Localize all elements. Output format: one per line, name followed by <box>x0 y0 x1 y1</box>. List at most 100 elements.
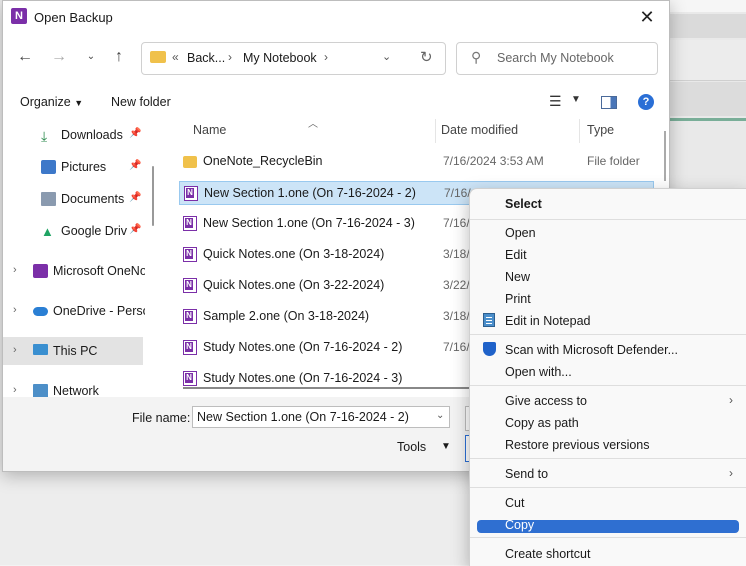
tools-button[interactable]: Tools <box>397 440 426 454</box>
breadcrumb-item[interactable]: Back... <box>187 51 225 65</box>
new-folder-button[interactable]: New folder <box>111 95 171 109</box>
file-row[interactable]: OneNote_RecycleBin 7/16/2024 3:53 AM Fil… <box>179 150 654 174</box>
chevron-down-icon[interactable]: ⌄ <box>436 410 444 421</box>
sidebar-item-google-drive[interactable]: ▲ Google Drive 📌 <box>3 217 153 245</box>
menu-item-print[interactable]: Print <box>477 288 739 310</box>
help-icon[interactable]: ? <box>638 94 654 110</box>
sidebar-item-downloads[interactable]: ⤓ Downloads 📌 <box>3 121 153 149</box>
menu-item-edit-in-notepad[interactable]: Edit in Notepad <box>477 310 739 332</box>
menu-item-create-shortcut[interactable]: Create shortcut <box>477 543 739 565</box>
notepad-icon <box>483 313 495 327</box>
file-name: New Section 1.one (On 7-16-2024 - 2) <box>204 186 416 200</box>
column-divider[interactable] <box>579 119 580 143</box>
onenote-file-icon <box>183 278 197 293</box>
chevron-right-icon[interactable]: › <box>228 50 232 64</box>
column-header-type[interactable]: Type <box>587 123 614 137</box>
menu-item-give-access[interactable]: Give access to › <box>477 390 739 412</box>
sidebar-item-label: This PC <box>53 344 98 358</box>
file-date: 3/18/ <box>443 247 470 261</box>
pin-icon[interactable]: 📌 <box>129 128 141 139</box>
arrow-left-icon: ← <box>17 48 33 65</box>
file-list-horizontal-scrollbar[interactable] <box>183 387 473 389</box>
menu-item-open-with[interactable]: Open with... <box>477 361 739 383</box>
background-strip <box>660 82 746 116</box>
menu-item-cut[interactable]: Cut <box>477 492 739 514</box>
breadcrumb-item[interactable]: My Notebook <box>243 51 317 65</box>
sidebar-item-label: Network <box>53 384 99 397</box>
sidebar-item-network[interactable]: › Network <box>3 377 153 397</box>
documents-icon <box>41 192 56 206</box>
onenote-app-icon: N <box>11 8 27 24</box>
network-icon <box>33 384 48 397</box>
chevron-right-icon[interactable]: › <box>13 304 17 316</box>
shield-icon <box>483 342 496 356</box>
column-divider[interactable] <box>435 119 436 143</box>
menu-divider <box>470 487 746 488</box>
sidebar-item-documents[interactable]: Documents 📌 <box>3 185 153 213</box>
chevron-right-icon[interactable]: › <box>13 384 17 396</box>
navigation-pane: ⤓ Downloads 📌 Pictures 📌 Documents 📌 ▲ G… <box>3 119 153 397</box>
onenote-icon <box>33 264 48 278</box>
menu-item-label: Edit in Notepad <box>505 314 591 328</box>
menu-item-label: Copy <box>505 518 535 532</box>
navigation-bar: ← → ⌄ ↑ « Back... › My Notebook › ⌄ ↻ ⚲ … <box>3 37 669 79</box>
chevron-right-icon[interactable]: › <box>13 264 17 276</box>
back-button[interactable]: ← <box>15 47 35 67</box>
file-name: OneNote_RecycleBin <box>203 154 323 168</box>
file-name: Quick Notes.one (On 3-18-2024) <box>203 247 385 261</box>
menu-item-select[interactable]: Select <box>477 193 739 215</box>
sidebar-item-this-pc[interactable]: › This PC <box>3 337 143 365</box>
search-box[interactable]: ⚲ Search My Notebook <box>456 42 658 75</box>
pin-icon[interactable]: 📌 <box>129 224 141 235</box>
recent-locations-button[interactable]: ⌄ <box>81 47 101 67</box>
menu-item-send-to[interactable]: Send to › <box>477 463 739 485</box>
column-header-date-modified[interactable]: Date modified <box>441 123 518 137</box>
menu-item-scan-defender[interactable]: Scan with Microsoft Defender... <box>477 339 739 361</box>
file-name-input[interactable]: New Section 1.one (On 7-16-2024 - 2) <box>192 406 450 428</box>
menu-item-label: New <box>505 270 531 284</box>
column-header-name[interactable]: Name <box>193 123 226 137</box>
menu-item-copy[interactable]: Copy <box>477 518 739 533</box>
pin-icon[interactable]: 📌 <box>129 192 141 203</box>
menu-item-edit[interactable]: Edit <box>477 244 739 266</box>
menu-item-label: Edit <box>505 248 527 262</box>
preview-pane-icon[interactable] <box>601 96 617 109</box>
menu-item-label: Restore previous versions <box>505 438 650 452</box>
caret-down-icon[interactable]: ▼ <box>571 94 581 105</box>
file-date: 7/16/ <box>443 340 470 354</box>
sidebar-item-pictures[interactable]: Pictures 📌 <box>3 153 153 181</box>
sort-ascending-icon: ︿ <box>308 119 318 130</box>
view-list-icon[interactable]: ☰ <box>549 93 562 110</box>
navigation-pane-scrollbar[interactable] <box>152 166 154 226</box>
search-placeholder: Search My Notebook <box>497 51 614 65</box>
forward-button[interactable]: → <box>49 47 69 67</box>
menu-item-restore-previous-versions[interactable]: Restore previous versions <box>477 434 739 456</box>
chevron-right-icon[interactable]: › <box>13 344 17 356</box>
chevron-right-icon: › <box>729 466 733 480</box>
address-dropdown-icon[interactable]: ⌄ <box>382 50 391 63</box>
pin-icon[interactable]: 📌 <box>129 160 141 171</box>
pictures-icon <box>41 160 56 174</box>
file-name: Quick Notes.one (On 3-22-2024) <box>203 278 385 292</box>
caret-down-icon[interactable]: ▼ <box>441 441 451 452</box>
file-date: 7/16/ <box>443 216 470 230</box>
file-name: Sample 2.one (On 3-18-2024) <box>203 309 370 323</box>
menu-item-copy-as-path[interactable]: Copy as path <box>477 412 739 434</box>
address-bar[interactable]: « Back... › My Notebook › ⌄ ↻ <box>141 42 446 75</box>
menu-item-label: Create shortcut <box>505 547 591 561</box>
menu-divider <box>470 458 746 459</box>
refresh-icon[interactable]: ↻ <box>420 48 433 66</box>
menu-item-new[interactable]: New <box>477 266 739 288</box>
file-list-vertical-scrollbar[interactable] <box>664 131 666 181</box>
file-date: 7/16/ <box>444 186 471 200</box>
close-button[interactable]: ✕ <box>625 1 669 33</box>
chevron-right-icon[interactable]: › <box>324 50 328 64</box>
breadcrumb-overflow[interactable]: « <box>172 50 179 64</box>
sidebar-item-microsoft-onenote[interactable]: › Microsoft OneNote <box>3 257 153 285</box>
menu-item-open[interactable]: Open <box>477 222 739 244</box>
organize-button[interactable]: Organize ▼ <box>20 95 83 109</box>
sidebar-item-onedrive[interactable]: › OneDrive - Personal <box>3 297 153 325</box>
organize-label: Organize <box>20 95 71 109</box>
menu-item-label: Print <box>505 292 531 306</box>
up-button[interactable]: ↑ <box>109 47 129 67</box>
